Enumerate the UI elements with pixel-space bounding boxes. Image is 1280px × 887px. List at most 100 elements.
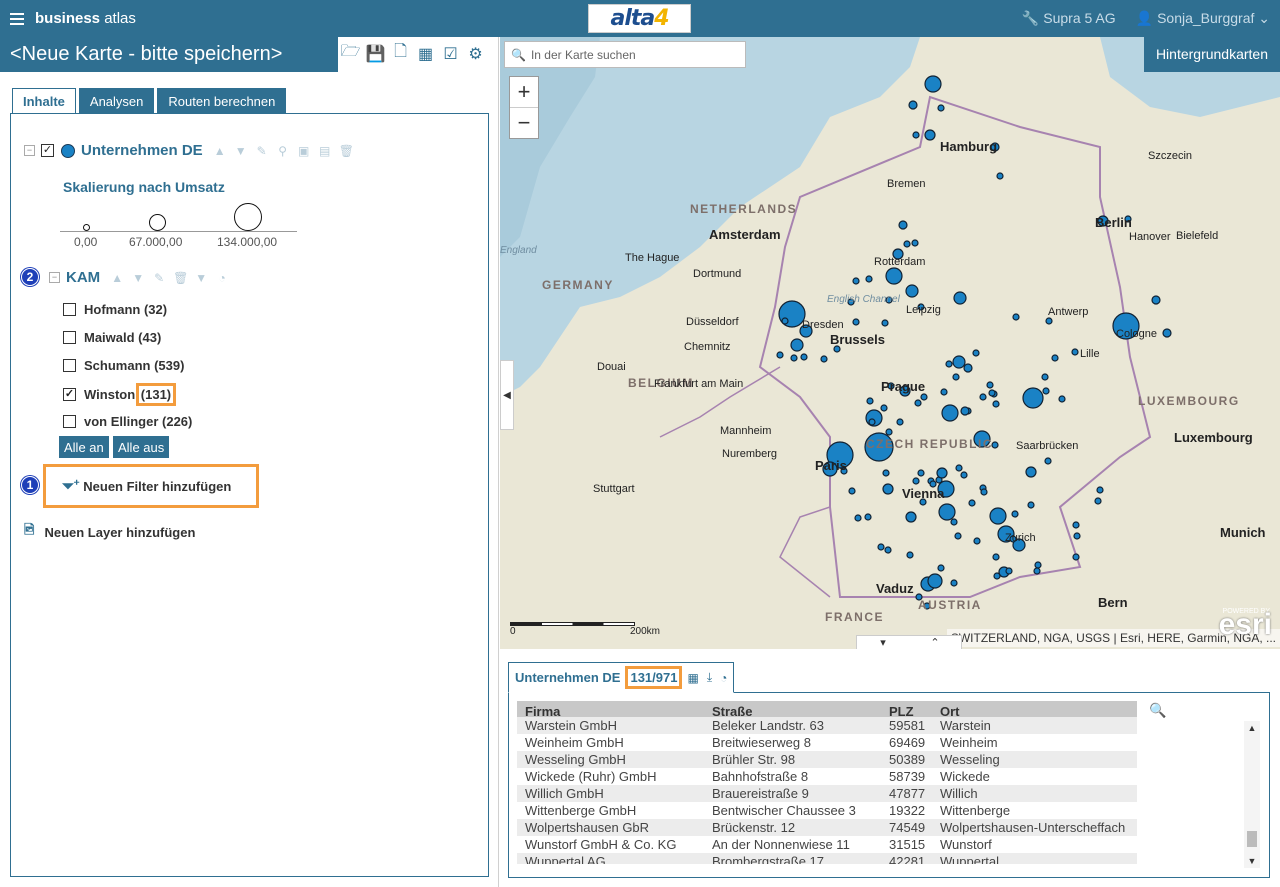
- table-scrollbar[interactable]: ▲ ▼: [1244, 721, 1260, 868]
- filter-item-winston[interactable]: ✓ Winston (131): [63, 383, 177, 406]
- all-off-button[interactable]: Alle aus: [113, 436, 170, 458]
- place-label: English Channel: [827, 294, 901, 305]
- filter-checkbox[interactable]: ✓: [63, 388, 76, 401]
- table-row[interactable]: Wickede (Ruhr) GmbH Bahnhofstraße 8 58739 W…: [517, 768, 1137, 785]
- table-cell: 50389: [889, 752, 926, 767]
- table-row[interactable]: Weinheim GmbH Breitwieserweg 8 69469 Weinhe…: [517, 734, 1137, 751]
- table-row[interactable]: Wesseling GmbH Brühler Str. 98 50389 Wessel…: [517, 751, 1137, 768]
- map-view[interactable]: Hamburg Szczecin Bremen NETHERLANDS Berlin Am…: [500, 37, 1280, 649]
- collapse-left-panel-button[interactable]: ◀: [500, 360, 514, 430]
- trash-icon[interactable]: 🗑: [339, 144, 354, 158]
- place-label: NETHERLANDS: [690, 202, 797, 216]
- table-cell: 19322: [889, 803, 926, 818]
- place-label: GERMANY: [542, 278, 614, 292]
- move-up-icon[interactable]: ▲: [213, 144, 227, 158]
- table-cell: An der Nonnenwiese 11: [712, 837, 850, 852]
- filter-checkbox[interactable]: [63, 359, 76, 372]
- tab-inhalte[interactable]: Inhalte: [12, 88, 76, 114]
- scroll-thumb[interactable]: [1247, 831, 1257, 847]
- map-scalebar: 0 200km: [510, 622, 660, 637]
- map-search-input[interactable]: 🔍 In der Karte suchen: [504, 41, 746, 68]
- user-menu[interactable]: 👤 Sonja_Burggraf ⌄: [1136, 10, 1270, 27]
- tab-routen[interactable]: Routen berechnen: [157, 88, 287, 113]
- filter-item-schumann[interactable]: Schumann (539): [63, 358, 184, 373]
- table-cell: Wolpertshausen GbR: [525, 820, 650, 835]
- add-filter-button[interactable]: ⏷⁺ Neuen Filter hinzufügen: [43, 464, 259, 508]
- filter-checkbox[interactable]: [63, 303, 76, 316]
- place-label: Dortmund: [693, 268, 741, 280]
- place-label: Berlin: [1095, 215, 1132, 230]
- pin-icon[interactable]: ⚲: [276, 144, 290, 158]
- calendar-check-icon[interactable]: ☑: [440, 43, 461, 64]
- all-on-button[interactable]: Alle an: [59, 436, 109, 458]
- place-label: Dresden: [802, 319, 844, 331]
- add-layer-button[interactable]: 🖻 Neuen Layer hinzufügen: [24, 521, 195, 543]
- table-row[interactable]: Willich GmbH Brauereistraße 9 47877 Willich: [517, 785, 1137, 802]
- scroll-up-icon[interactable]: ▲: [1244, 723, 1260, 733]
- menu-icon[interactable]: [10, 12, 24, 25]
- new-document-icon[interactable]: 🗋: [390, 43, 411, 64]
- table-row[interactable]: Wolpertshausen GbR Brückenstr. 12 74549 Wol…: [517, 819, 1137, 836]
- org-menu[interactable]: 🔧 Supra 5 AG: [1022, 10, 1116, 27]
- layer-name[interactable]: Unternehmen DE: [81, 142, 203, 159]
- table-cell: Bahnhofstraße 8: [712, 769, 809, 784]
- table-row[interactable]: Wittenberge GmbH Bentwischer Chaussee 3 19…: [517, 802, 1137, 819]
- layer-name[interactable]: KAM: [66, 269, 100, 286]
- collapse-down-icon[interactable]: ▾: [857, 636, 909, 650]
- place-label: FRANCE: [825, 610, 884, 624]
- move-up-icon[interactable]: ▲: [110, 271, 124, 285]
- trash-icon[interactable]: 🗑: [173, 271, 188, 285]
- edit-icon[interactable]: ✎: [255, 144, 269, 158]
- legend-circle-small: [83, 224, 90, 231]
- filter-item-von-ellinger[interactable]: von Ellinger (226): [63, 414, 192, 429]
- tab-analysen[interactable]: Analysen: [78, 88, 155, 113]
- table-view-icon[interactable]: ▦: [687, 671, 698, 685]
- table-cell: Wickede (Ruhr) GmbH: [525, 769, 657, 784]
- table-tab-unternehmen[interactable]: Unternehmen DE 131/971 ▦ ⤓ ◔: [508, 662, 735, 693]
- place-label: Vaduz: [876, 581, 914, 596]
- zoom-out-button[interactable]: −: [510, 108, 538, 139]
- collapse-toggle[interactable]: −: [24, 145, 35, 156]
- table-row[interactable]: Wuppertal AG Brombergstraße 17 42281 Wupper…: [517, 853, 1137, 864]
- table-cell: 69469: [889, 735, 926, 750]
- edit-icon[interactable]: ✎: [152, 271, 166, 285]
- scale-legend-title: Skalierung nach Umsatz: [63, 179, 225, 195]
- filter-icon[interactable]: ▼: [194, 271, 208, 285]
- place-label: Amsterdam: [709, 227, 781, 242]
- place-label: Nuremberg: [722, 448, 777, 460]
- layer-unternehmen-de: − ✓ Unternehmen DE ▲ ▼ ✎ ⚲ ▣ ▤ 🗑: [24, 142, 360, 159]
- table-row[interactable]: Wunstorf GmbH & Co. KG An der Nonnenwiese…: [517, 836, 1137, 853]
- layer-kam: − KAM ▲ ▼ ✎ 🗑 ▼ ◔: [49, 269, 236, 286]
- place-label: AUSTRIA: [918, 598, 982, 612]
- expand-up-icon[interactable]: ⌃: [909, 636, 961, 650]
- image-icon[interactable]: ▤: [318, 144, 332, 158]
- table-cell: Willich: [940, 786, 978, 801]
- table-row[interactable]: Warstein GmbH Beleker Landstr. 63 59581 War…: [517, 717, 1137, 734]
- table-icon[interactable]: ▣: [297, 144, 311, 158]
- pie-chart-icon[interactable]: ◔: [215, 271, 229, 285]
- move-down-icon[interactable]: ▼: [234, 144, 248, 158]
- gear-icon[interactable]: ⚙: [465, 43, 486, 64]
- scroll-down-icon[interactable]: ▼: [1244, 856, 1260, 866]
- filter-checkbox[interactable]: [63, 415, 76, 428]
- download-icon[interactable]: ⤓: [707, 670, 712, 685]
- filter-item-maiwald[interactable]: Maiwald (43): [63, 330, 161, 345]
- save-icon[interactable]: 💾: [365, 43, 386, 64]
- esri-logo: esri: [1218, 608, 1272, 641]
- step-badge-2: 2: [21, 268, 39, 286]
- pie-chart-icon[interactable]: ◔: [720, 671, 727, 685]
- calendar-icon[interactable]: ▦: [415, 43, 436, 64]
- filter-checkbox[interactable]: [63, 331, 76, 344]
- zoom-in-button[interactable]: +: [510, 77, 538, 108]
- place-label: Prague: [881, 379, 925, 394]
- move-down-icon[interactable]: ▼: [131, 271, 145, 285]
- collapse-toggle[interactable]: −: [49, 272, 60, 283]
- filter-item-hofmann[interactable]: Hofmann (32): [63, 302, 167, 317]
- background-maps-button[interactable]: Hintergrundkarten: [1143, 37, 1280, 72]
- table-cell: Willich GmbH: [525, 786, 604, 801]
- table-cell: Warstein: [940, 718, 991, 733]
- table-search-icon[interactable]: 🔍: [1149, 702, 1166, 719]
- open-folder-icon[interactable]: 🗁: [340, 43, 361, 64]
- filter-count-highlight: (131): [135, 383, 177, 406]
- layer-checkbox[interactable]: ✓: [41, 144, 54, 157]
